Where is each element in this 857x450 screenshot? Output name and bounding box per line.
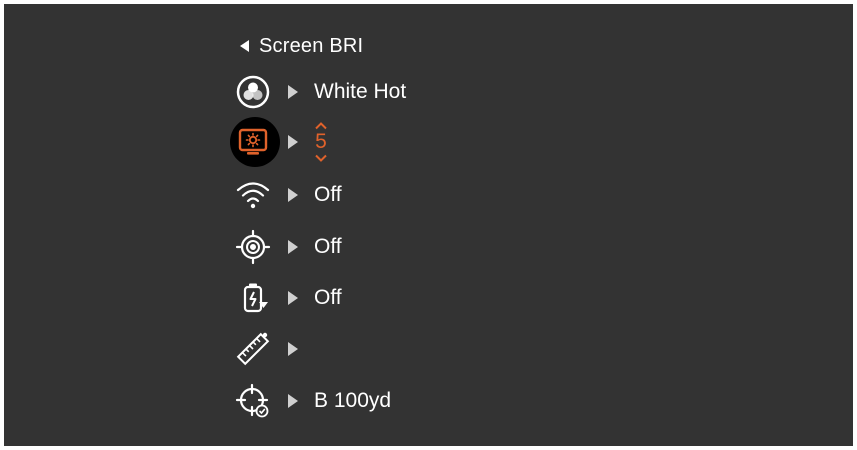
menu-item-value: Off — [314, 286, 342, 309]
zeroing-crosshair-icon — [228, 379, 278, 423]
menu-item-screen-brightness[interactable]: 5 — [228, 117, 548, 167]
menu-item-value: Off — [314, 235, 342, 258]
menu-item-target[interactable]: Off — [228, 225, 548, 269]
menu-title: Screen BRI — [259, 34, 364, 57]
menu-item-ruler[interactable] — [228, 327, 548, 371]
expand-arrow-icon — [288, 394, 298, 408]
menu-item-zeroing[interactable]: B 100yd — [228, 379, 548, 423]
screen-brightness-icon — [228, 117, 280, 167]
palette-icon — [228, 70, 278, 114]
expand-arrow-icon — [288, 188, 298, 202]
chevron-down-icon[interactable] — [314, 154, 328, 163]
target-icon — [228, 225, 278, 269]
menu-item-value: B 100yd — [314, 389, 392, 412]
menu-item-palette[interactable]: White Hot — [228, 70, 548, 114]
device-screen: Screen BRI White Hot 5 Off Off Off B 100… — [4, 4, 853, 446]
menu-item-value: White Hot — [314, 80, 407, 103]
expand-arrow-icon — [288, 85, 298, 99]
menu-item-value: Off — [314, 183, 342, 206]
menu-item-power-saver[interactable]: Off — [228, 276, 548, 320]
brightness-value: 5 — [315, 130, 327, 153]
back-arrow-icon[interactable] — [240, 40, 249, 52]
menu-header[interactable]: Screen BRI — [240, 32, 363, 60]
brightness-stepper[interactable]: 5 — [314, 121, 328, 163]
expand-arrow-icon — [288, 240, 298, 254]
chevron-up-icon[interactable] — [314, 121, 328, 130]
expand-arrow-icon — [288, 342, 298, 356]
expand-arrow-icon — [288, 135, 298, 149]
expand-arrow-icon — [288, 291, 298, 305]
ruler-icon — [228, 327, 278, 371]
battery-saver-icon — [228, 276, 278, 320]
wifi-icon — [228, 173, 278, 217]
menu-item-wifi[interactable]: Off — [228, 173, 548, 217]
